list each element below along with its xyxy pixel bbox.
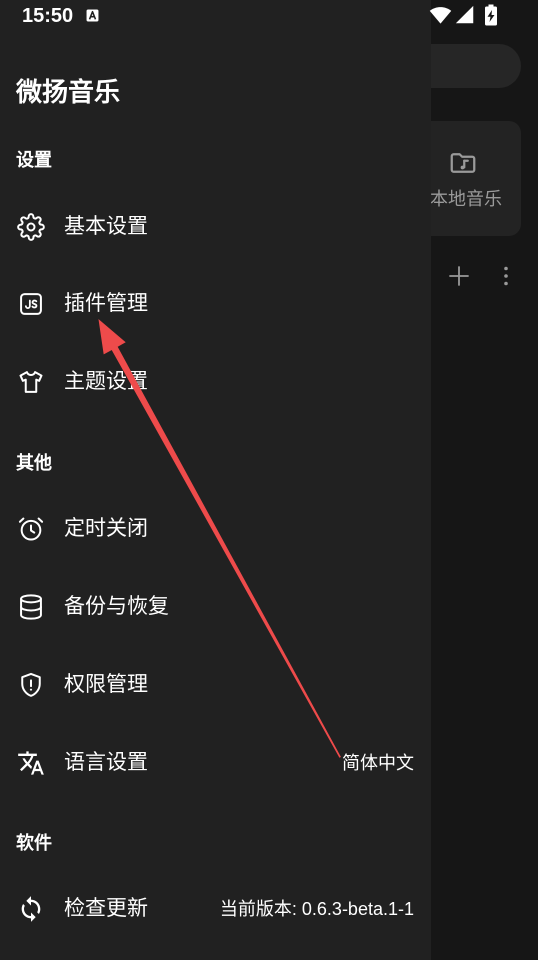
menu-item-basic-settings[interactable]: 基本设置 — [0, 188, 431, 266]
section-header-settings: 设置 — [16, 150, 52, 170]
js-plugin-icon — [17, 290, 45, 318]
section-header-software: 软件 — [16, 833, 52, 853]
menu-item-theme-settings[interactable]: 主题设置 — [0, 343, 431, 421]
menu-item-backup-restore[interactable]: 备份与恢复 — [0, 568, 431, 646]
status-time: 15:50 — [22, 5, 74, 27]
menu-item-label: 检查更新 — [64, 897, 148, 920]
gear-icon — [17, 213, 45, 241]
app-title: 微扬音乐 — [16, 77, 121, 107]
menu-item-label: 基本设置 — [64, 215, 148, 238]
menu-item-permission-management[interactable]: 权限管理 — [0, 646, 431, 724]
section-header-other: 其他 — [16, 453, 52, 473]
wifi-icon — [429, 7, 452, 24]
translate-icon — [17, 749, 45, 777]
menu-item-label: 定时关闭 — [64, 517, 148, 540]
menu-item-label: 备份与恢复 — [64, 595, 169, 618]
menu-item-language-settings[interactable]: 语言设置 简体中文 — [0, 724, 431, 802]
battery-charging-icon — [485, 4, 497, 26]
menu-item-check-update[interactable]: 检查更新 当前版本: 0.6.3-beta.1-1 — [0, 870, 431, 948]
signal-icon — [455, 5, 474, 24]
menu-item-sleep-timer[interactable]: 定时关闭 — [0, 490, 431, 568]
menu-item-label: 插件管理 — [64, 292, 148, 315]
drawer-scrim[interactable] — [431, 0, 538, 960]
status-bar: 15:50 — [0, 0, 538, 32]
menu-item-plugin-management[interactable]: 插件管理 — [0, 265, 431, 343]
menu-item-label: 语言设置 — [64, 751, 148, 774]
menu-item-label: 主题设置 — [64, 370, 148, 393]
letter-a-icon — [86, 9, 99, 22]
menu-item-label: 权限管理 — [64, 673, 148, 696]
navigation-drawer: 微扬音乐 设置 基本设置 插件管理 主题设置 其他 定时关闭 备份与恢复 权限管… — [0, 0, 431, 960]
shield-alert-icon — [17, 671, 45, 699]
current-version-value: 当前版本: 0.6.3-beta.1-1 — [219, 899, 414, 919]
current-language-value: 简体中文 — [342, 753, 414, 773]
database-icon — [17, 593, 45, 621]
alarm-icon — [17, 515, 45, 543]
tshirt-icon — [17, 368, 45, 396]
sync-icon — [17, 895, 45, 923]
